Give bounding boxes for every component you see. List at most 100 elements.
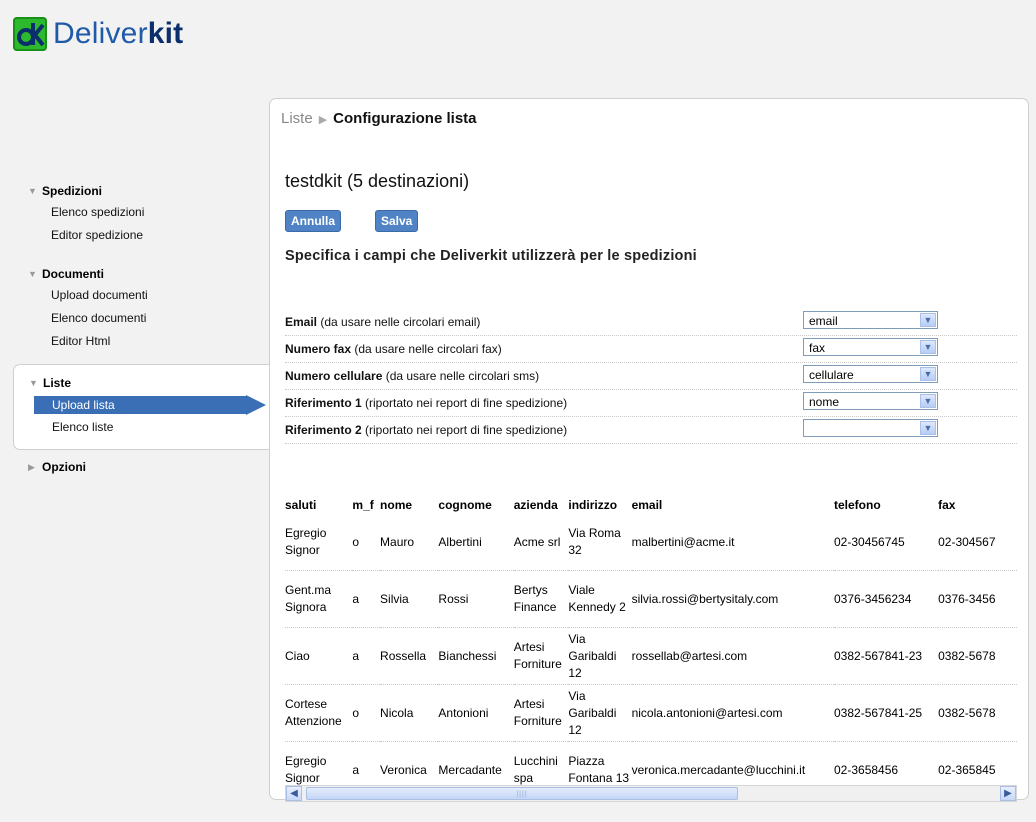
expanded-triangle-icon: ▼ <box>28 269 37 279</box>
chevron-down-icon: ▼ <box>920 394 936 408</box>
field-mapping-form: Email (da usare nelle circolari email) e… <box>285 309 1017 444</box>
breadcrumb-separator-icon: ▶ <box>318 114 328 126</box>
table-cell: Bianchessi <box>438 627 514 685</box>
table-cell: a <box>352 570 381 628</box>
riferimento-2-field-select[interactable]: ▼ <box>803 419 938 437</box>
nav-title-spedizioni[interactable]: ▼ Spedizioni <box>0 181 144 201</box>
riferimento-1-field-select[interactable]: nome ▼ <box>803 392 938 410</box>
table-cell: Via Roma 32 <box>568 514 632 571</box>
field-label: Numero cellulare (da usare nelle circola… <box>285 369 540 383</box>
preview-table-container: saluti m_f nome cognome azienda indirizz… <box>285 493 1017 787</box>
expanded-triangle-icon: ▼ <box>29 378 38 388</box>
table-row: Gent.ma Signora a Silvia Rossi Bertys Fi… <box>285 570 1017 628</box>
table-cell: Rossella <box>380 627 439 685</box>
table-cell: Veronica <box>380 741 439 787</box>
sidebar-item-elenco-spedizioni[interactable]: Elenco spedizioni <box>0 201 144 224</box>
table-row: Cortese Attenzione o Nicola Antonioni Ar… <box>285 684 1017 742</box>
scroll-left-icon[interactable]: ◀ <box>286 786 302 801</box>
sidebar-item-upload-documenti[interactable]: Upload documenti <box>0 284 148 307</box>
field-row-riferimento-1: Riferimento 1 (riportato nei report di f… <box>285 390 1017 417</box>
chevron-down-icon: ▼ <box>920 340 936 354</box>
deliverkit-logo-icon <box>13 17 47 51</box>
save-button[interactable]: Salva <box>375 210 419 232</box>
field-label: Numero fax (da usare nelle circolari fax… <box>285 342 502 356</box>
nav-section-spedizioni: ▼ Spedizioni Elenco spedizioni Editor spe… <box>0 181 144 247</box>
nav-section-opzioni: ▶ Opzioni <box>0 457 86 477</box>
collapsed-triangle-icon: ▶ <box>28 462 35 472</box>
field-row-email: Email (da usare nelle circolari email) e… <box>285 309 1017 336</box>
table-cell: Via Garibaldi 12 <box>568 684 632 742</box>
table-cell: 0382-567841-25 <box>834 684 939 742</box>
nav-title-documenti[interactable]: ▼ Documenti <box>0 264 148 284</box>
table-cell: Albertini <box>438 514 514 571</box>
table-cell: 0376-3456234 <box>834 570 939 628</box>
sidebar-item-elenco-liste[interactable]: Elenco liste <box>14 416 271 439</box>
email-field-select[interactable]: email ▼ <box>803 311 938 329</box>
breadcrumb-current: Configurazione lista <box>333 110 477 127</box>
table-header-row: saluti m_f nome cognome azienda indirizz… <box>285 493 1017 514</box>
fax-field-select[interactable]: fax ▼ <box>803 338 938 356</box>
field-label: Email (da usare nelle circolari email) <box>285 315 481 329</box>
nav-title-opzioni[interactable]: ▶ Opzioni <box>0 457 86 477</box>
column-header: nome <box>380 498 413 512</box>
table-cell: Antonioni <box>438 684 514 742</box>
table-cell: Mauro <box>380 514 439 571</box>
field-label: Riferimento 2 (riportato nei report di f… <box>285 423 568 437</box>
table-cell: Artesi Forniture <box>513 627 569 685</box>
table-cell: malbertini@acme.it <box>631 514 834 571</box>
table-cell: Nicola <box>380 684 439 742</box>
page-title: testdkit (5 destinazioni) <box>285 171 470 191</box>
table-cell: 02-365845 <box>938 741 1017 787</box>
column-header: indirizzo <box>568 498 618 512</box>
column-header: azienda <box>513 498 558 512</box>
table-cell: veronica.mercadante@lucchini.it <box>631 741 834 787</box>
table-row: Ciao a Rossella Bianchessi Artesi Fornit… <box>285 627 1017 685</box>
column-header: saluti <box>285 498 317 512</box>
nav-section-documenti: ▼ Documenti Upload documenti Elenco docum… <box>0 264 148 353</box>
table-cell: 02-304567 <box>938 514 1017 571</box>
table-cell: 02-3658456 <box>834 741 939 787</box>
column-header: email <box>631 498 663 512</box>
preview-table: saluti m_f nome cognome azienda indirizz… <box>285 493 1017 787</box>
table-cell: Rossi <box>438 570 514 628</box>
sidebar-item-elenco-documenti[interactable]: Elenco documenti <box>0 307 148 330</box>
table-cell: Egregio Signor <box>285 741 353 787</box>
column-header: fax <box>938 498 956 512</box>
table-cell: Bertys Finance <box>513 570 569 628</box>
table-cell: 0382-567841-23 <box>834 627 939 685</box>
field-row-cellulare: Numero cellulare (da usare nelle circola… <box>285 363 1017 390</box>
chevron-down-icon: ▼ <box>920 421 936 435</box>
sidebar-item-upload-lista[interactable]: Upload lista <box>34 395 266 415</box>
chevron-down-icon: ▼ <box>920 313 936 327</box>
scrollbar-thumb[interactable]: |||| <box>306 787 738 800</box>
breadcrumb-parent[interactable]: Liste <box>281 110 313 127</box>
table-cell: 02-30456745 <box>834 514 939 571</box>
table-cell: Lucchini spa <box>513 741 569 787</box>
cellulare-field-select[interactable]: cellulare ▼ <box>803 365 938 383</box>
table-cell: nicola.antonioni@artesi.com <box>631 684 834 742</box>
sidebar-item-editor-html[interactable]: Editor Html <box>0 330 148 353</box>
table-row: Egregio Signor o Mauro Albertini Acme sr… <box>285 514 1017 571</box>
nav-title-liste[interactable]: ▼ Liste <box>14 373 271 393</box>
table-row: Egregio Signor a Veronica Mercadante Luc… <box>285 741 1017 787</box>
column-header: m_f <box>352 498 374 512</box>
table-cell: Artesi Forniture <box>513 684 569 742</box>
sidebar-item-editor-spedizione[interactable]: Editor spedizione <box>0 224 144 247</box>
column-header: cognome <box>438 498 492 512</box>
nav-section-liste: ▼ Liste Upload lista Elenco liste <box>13 364 271 450</box>
table-cell: 0382-5678 <box>938 627 1017 685</box>
table-cell: Piazza Fontana 13 <box>568 741 632 787</box>
scroll-right-icon[interactable]: ▶ <box>1000 786 1016 801</box>
table-cell: Acme srl <box>513 514 569 571</box>
table-cell: 0376-3456 <box>938 570 1017 628</box>
horizontal-scrollbar[interactable]: ◀ |||| ▶ <box>285 785 1017 802</box>
table-cell: Ciao <box>285 627 353 685</box>
table-cell: Cortese Attenzione <box>285 684 353 742</box>
table-cell: Viale Kennedy 2 <box>568 570 632 628</box>
section-subtitle: Specifica i campi che Deliverkit utilizz… <box>285 248 697 264</box>
table-cell: Via Garibaldi 12 <box>568 627 632 685</box>
table-cell: Mercadante <box>438 741 514 787</box>
grip-icon: |||| <box>516 791 528 798</box>
cancel-button[interactable]: Annulla <box>285 210 341 232</box>
table-cell: Silvia <box>380 570 439 628</box>
